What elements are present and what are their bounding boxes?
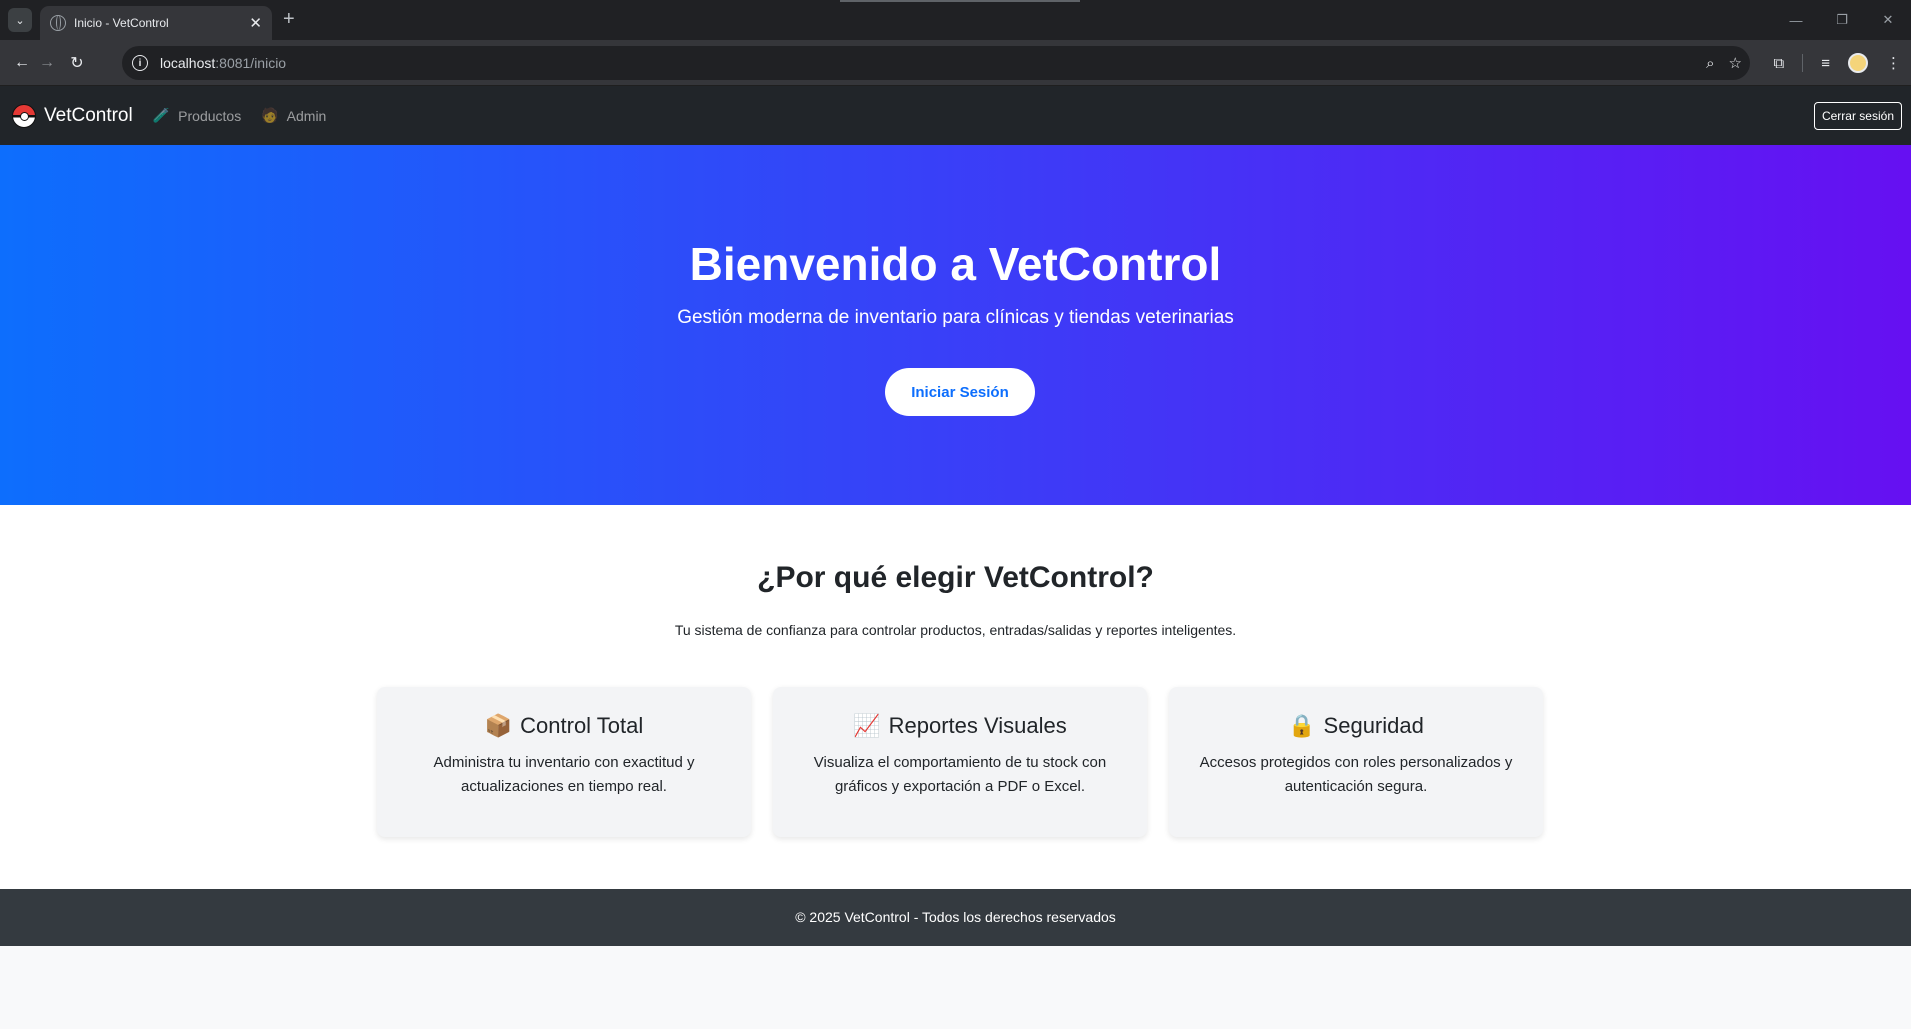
restore-icon[interactable]: ❐: [1819, 0, 1865, 40]
tab-search-chevron-icon[interactable]: ⌄: [8, 8, 32, 32]
test-tube-icon: 🧪: [152, 107, 171, 123]
feature-card-reportes: 📈 Reportes Visuales Visualiza el comport…: [773, 687, 1147, 837]
zoom-icon[interactable]: ⌕: [1706, 55, 1714, 72]
features-title: ¿Por qué elegir VetControl?: [757, 561, 1154, 594]
lock-icon: 🔒: [1288, 713, 1316, 738]
tab-strip-divider: [840, 0, 1080, 2]
nav-link-label: Productos: [178, 107, 242, 124]
nav-link-productos[interactable]: 🧪 Productos: [153, 107, 241, 124]
card-heading: 🔒 Seguridad: [1169, 713, 1543, 739]
features-section: ¿Por qué elegir VetControl? Tu sistema d…: [0, 505, 1911, 889]
browser-tab[interactable]: Inicio - VetControl ✕: [40, 6, 272, 40]
card-heading: 📈 Reportes Visuales: [773, 713, 1147, 739]
extensions-icon[interactable]: ⧉: [1774, 55, 1785, 72]
web-page: VetControl 🧪 Productos 🧑 Admin Cerrar se…: [0, 86, 1911, 1029]
minimize-icon[interactable]: —: [1773, 0, 1819, 40]
person-icon: 🧑: [261, 107, 279, 123]
footer-text: © 2025 VetControl - Todos los derechos r…: [795, 909, 1116, 925]
nav-link-admin[interactable]: 🧑 Admin: [261, 107, 326, 124]
toolbar-separator: [1802, 54, 1804, 72]
nav-link-label: Admin: [286, 107, 327, 124]
card-text: Administra tu inventario con exactitud y…: [433, 754, 695, 795]
card-text: Accesos protegidos con roles personaliza…: [1199, 754, 1513, 795]
pokeball-logo-icon: [12, 103, 36, 128]
card-text: Visualiza el comportamiento de tu stock …: [813, 754, 1107, 795]
url-host: localhost: [160, 55, 216, 71]
globe-icon: [50, 15, 66, 31]
media-controls-icon[interactable]: ≡: [1821, 55, 1830, 72]
features-subtitle: Tu sistema de confianza para controlar p…: [674, 622, 1237, 638]
reload-icon[interactable]: ↻: [65, 51, 89, 75]
hero-subtitle: Gestión moderna de inventario para clíni…: [677, 307, 1234, 328]
chart-increasing-icon: 📈: [853, 713, 881, 738]
site-info-icon[interactable]: i: [132, 55, 148, 71]
hero-section: Bienvenido a VetControl Gestión moderna …: [0, 145, 1911, 505]
card-title: Seguridad: [1323, 713, 1424, 738]
feature-card-control: 📦 Control Total Administra tu inventario…: [377, 687, 751, 837]
window-close-icon[interactable]: ✕: [1865, 0, 1911, 40]
site-navbar: VetControl 🧪 Productos 🧑 Admin Cerrar se…: [0, 86, 1911, 145]
back-arrow-icon[interactable]: ←: [10, 51, 34, 75]
forward-arrow-icon[interactable]: →: [35, 51, 59, 75]
address-bar[interactable]: i localhost:8081/inicio ⌕ ☆: [122, 46, 1750, 80]
url-path: :8081/inicio: [215, 55, 287, 71]
logout-button[interactable]: Cerrar sesión: [1813, 102, 1902, 130]
menu-dots-icon[interactable]: ⋮: [1886, 54, 1901, 72]
profile-avatar[interactable]: [1848, 53, 1868, 73]
url-text: localhost:8081/inicio: [160, 55, 286, 71]
brand-name: VetControl: [44, 104, 133, 126]
card-title: Control Total: [520, 713, 644, 738]
card-title: Reportes Visuales: [888, 713, 1067, 738]
tab-title: Inicio - VetControl: [74, 16, 169, 30]
hero-title: Bienvenido a VetControl: [689, 238, 1222, 290]
brand-link[interactable]: VetControl: [12, 103, 133, 128]
login-button[interactable]: Iniciar Sesión: [885, 368, 1035, 416]
browser-tab-bar: ⌄ Inicio - VetControl ✕ + — ❐ ✕: [0, 0, 1911, 40]
package-icon: 📦: [484, 713, 513, 738]
bookmark-star-icon[interactable]: ☆: [1729, 54, 1742, 72]
site-footer: © 2025 VetControl - Todos los derechos r…: [0, 889, 1911, 946]
tab-close-icon[interactable]: ✕: [249, 16, 262, 31]
card-heading: 📦 Control Total: [377, 713, 751, 739]
window-controls: — ❐ ✕: [1773, 0, 1911, 40]
feature-card-seguridad: 🔒 Seguridad Accesos protegidos con roles…: [1169, 687, 1543, 837]
browser-toolbar: ← → ↻ i localhost:8081/inicio ⌕ ☆ ⧉ ≡ ⋮: [0, 40, 1911, 86]
new-tab-icon[interactable]: +: [283, 8, 295, 30]
